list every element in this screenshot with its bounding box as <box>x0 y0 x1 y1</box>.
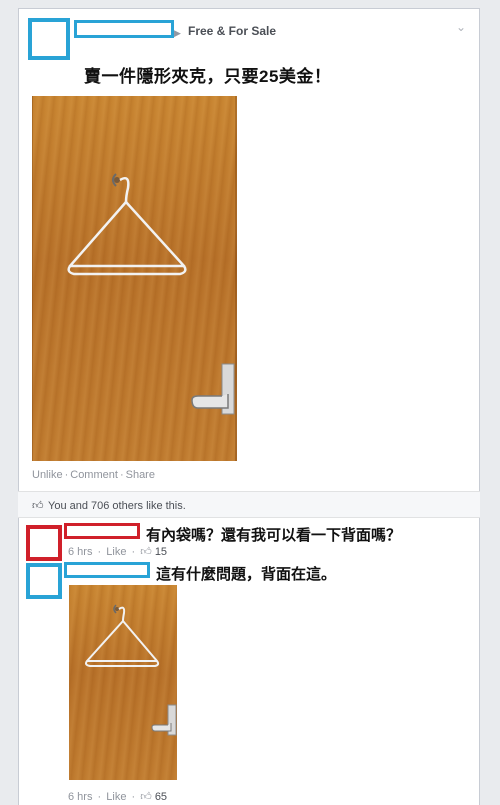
thumbs-up-icon: 👍︎ <box>140 546 152 558</box>
door-handle <box>191 394 229 409</box>
comment-1-time[interactable]: 6 hrs <box>68 546 92 558</box>
commenter-2-name[interactable] <box>64 562 150 578</box>
chevron-down-icon[interactable]: ⌄ <box>456 20 466 34</box>
comment-1-meta: 6 hrs · Like · 👍︎ 15 <box>68 546 168 558</box>
post-photo[interactable] <box>32 96 237 461</box>
triangle-right-icon: ▶ <box>174 28 181 38</box>
post-actions: Unlike · Comment · Share <box>32 469 155 481</box>
commenter-1-name[interactable] <box>64 523 140 539</box>
poster-avatar[interactable] <box>28 18 70 60</box>
comment-1-like-link[interactable]: Like <box>106 546 126 558</box>
commenter-2-avatar[interactable] <box>26 563 62 599</box>
comment-2-like-count[interactable]: 65 <box>155 791 167 803</box>
thumbs-up-icon: 👍︎ <box>140 791 152 803</box>
unlike-link[interactable]: Unlike <box>32 469 63 481</box>
group-name-link[interactable]: Free & For Sale <box>188 24 276 38</box>
commenter-1-avatar[interactable] <box>26 525 62 561</box>
hanger-illustration <box>32 96 237 461</box>
wall-hook <box>114 177 120 183</box>
post-text: 賣一件隱形夾克，只要25美金！ <box>84 67 332 86</box>
wall-hook <box>115 607 119 611</box>
comment-1-like-count[interactable]: 15 <box>155 546 167 558</box>
comment-2-meta: 6 hrs · Like · 👍︎ 65 <box>68 791 168 803</box>
comment-link[interactable]: Comment <box>70 469 118 481</box>
share-link[interactable]: Share <box>126 469 155 481</box>
likes-summary-text[interactable]: You and 706 others like this. <box>48 500 186 512</box>
hanger-back-illustration <box>85 604 177 736</box>
poster-name[interactable] <box>74 20 174 38</box>
comment-2-photo[interactable] <box>69 585 177 780</box>
thumbs-up-icon: 👍︎ <box>32 500 44 512</box>
comment-2-time[interactable]: 6 hrs <box>68 791 92 803</box>
comment-1-text: 有內袋嗎？還有我可以看一下背面嗎？ <box>146 527 402 544</box>
likes-summary-bar: 👍︎ You and 706 others like this. <box>18 491 480 518</box>
comment-2-like-link[interactable]: Like <box>106 791 126 803</box>
comment-2-text: 這有什麼問題，背面在這。 <box>156 566 337 583</box>
